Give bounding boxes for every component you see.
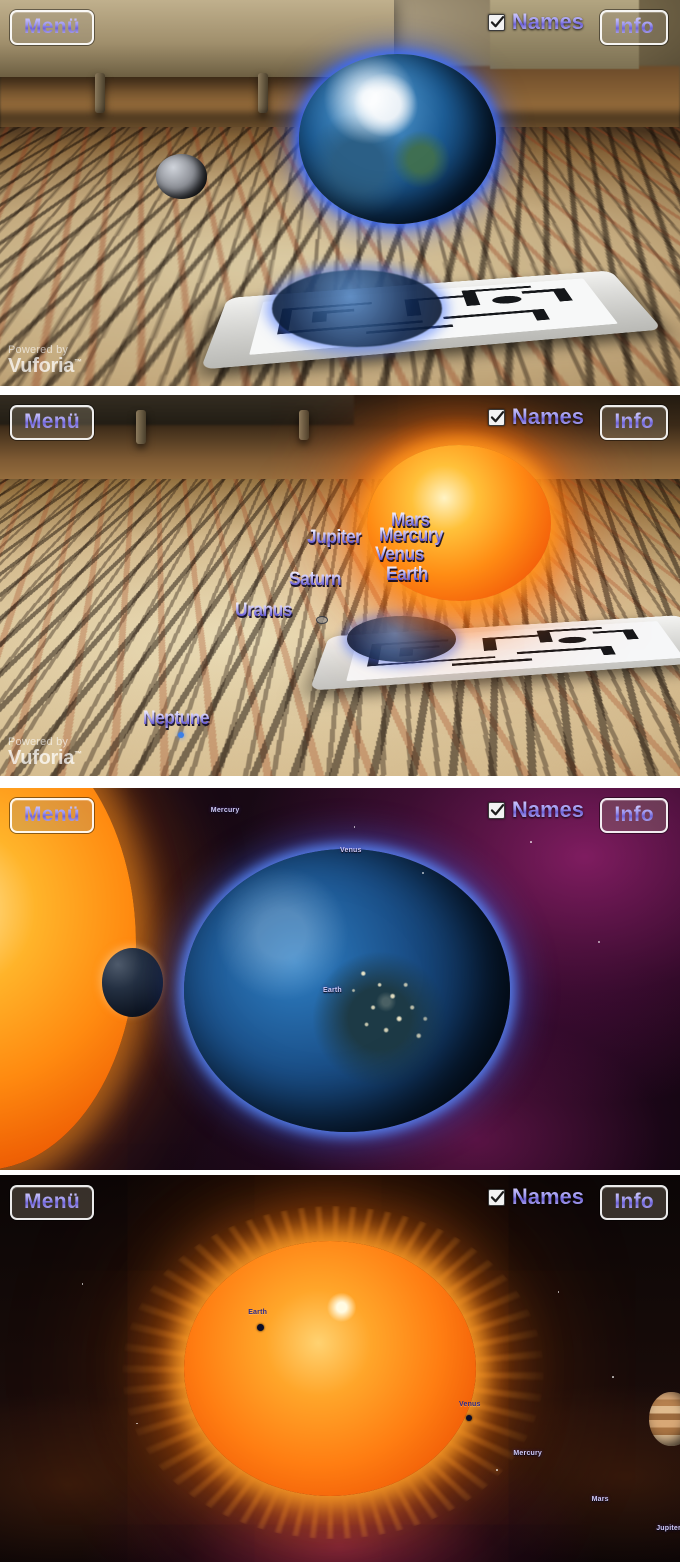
menu-button[interactable]: Menü	[10, 1185, 95, 1220]
menu-button-label: Menü	[24, 410, 81, 433]
planet-label-jupiter: Jupiter	[656, 1525, 680, 1533]
ar-earth-scene	[0, 0, 680, 386]
names-toggle-label: Names	[511, 797, 584, 822]
menu-button-label: Menü	[24, 803, 81, 826]
hud-bar: Menü Names Info	[0, 395, 680, 451]
planet-label-neptune: Neptune	[142, 708, 210, 730]
panel-space-full-sun: Earth Venus Mercury Mars Jupiter Menü Names …	[0, 1175, 680, 1562]
info-button[interactable]: Info	[600, 405, 668, 440]
names-toggle[interactable]: Names	[487, 9, 584, 34]
names-toggle[interactable]: Names	[487, 404, 584, 429]
names-toggle-label: Names	[511, 404, 584, 429]
star	[612, 1376, 614, 1378]
info-button-label: Info	[614, 1190, 654, 1213]
planet-label-earth: Earth	[248, 1308, 268, 1316]
earth-city-lights	[183, 849, 510, 1132]
names-toggle-label: Names	[511, 1184, 584, 1209]
planet-label-venus: Venus	[340, 847, 362, 855]
star	[557, 1291, 560, 1293]
star	[421, 872, 424, 875]
sun-sphere	[183, 1240, 476, 1497]
menu-button-label: Menü	[24, 1190, 81, 1213]
planet-label-uranus: Uranus	[234, 599, 292, 621]
hud-bar: Menü Names Info	[0, 0, 680, 56]
sofa-leg	[95, 73, 106, 114]
menu-button-label: Menü	[24, 15, 81, 38]
watermark-brand: Vuforia™	[8, 747, 82, 769]
info-button[interactable]: Info	[600, 10, 668, 45]
hud-bar: Menü Names Info	[0, 1175, 680, 1231]
menu-button[interactable]: Menü	[10, 10, 95, 45]
planet-label-venus: Venus	[375, 544, 425, 566]
mercury-sphere	[102, 948, 164, 1018]
planet-label-earth: Earth	[323, 986, 342, 994]
names-toggle[interactable]: Names	[487, 1184, 584, 1209]
menu-button[interactable]: Menü	[10, 405, 95, 440]
star	[136, 1422, 138, 1425]
trademark-symbol: ™	[74, 357, 82, 367]
planet-label-venus: Venus	[459, 1401, 481, 1409]
planet-label-mars: Mars	[591, 1496, 609, 1504]
planet-label-jupiter: Jupiter	[307, 526, 362, 548]
hud-bar: Menü Names Info	[0, 788, 680, 844]
planet-label-earth: Earth	[386, 563, 429, 585]
moon-sphere	[156, 154, 208, 199]
planet-label-saturn: Saturn	[289, 569, 342, 591]
vuforia-watermark: Powered by Vuforia™	[8, 344, 82, 376]
panel-ar-solar-system: Powered by Vuforia™ Mars Jupiter Mercury Ve…	[0, 395, 680, 776]
info-button[interactable]: Info	[600, 1185, 668, 1220]
info-button-label: Info	[614, 15, 654, 38]
info-button-label: Info	[614, 803, 654, 826]
names-toggle[interactable]: Names	[487, 797, 584, 822]
earth-sphere	[183, 849, 510, 1132]
checkmark-icon[interactable]	[487, 801, 505, 819]
names-toggle-label: Names	[511, 9, 584, 34]
info-button-label: Info	[614, 410, 654, 433]
earth-reflection	[272, 270, 442, 348]
planet-label-mercury: Mercury	[379, 525, 444, 547]
checkmark-icon[interactable]	[487, 13, 505, 31]
venus-dot	[465, 1414, 472, 1421]
info-button[interactable]: Info	[600, 798, 668, 833]
panel-ar-earth: Powered by Vuforia™ Menü Names Info	[0, 0, 680, 386]
star	[81, 1283, 84, 1285]
star	[496, 1469, 498, 1471]
vuforia-watermark: Powered by Vuforia™	[8, 736, 82, 768]
trademark-symbol: ™	[74, 749, 82, 759]
panel-space-earth-closeup: Mercury Venus Earth Menü Names Info	[0, 788, 680, 1170]
earth-sphere	[299, 54, 497, 224]
screenshot-sheet: Powered by Vuforia™ Menü Names Info Powe…	[0, 0, 680, 1562]
sofa-leg	[258, 73, 269, 114]
earth-dot	[257, 1323, 265, 1331]
menu-button[interactable]: Menü	[10, 798, 95, 833]
checkmark-icon[interactable]	[487, 408, 505, 426]
space-earth-scene	[0, 788, 680, 1170]
checkmark-icon[interactable]	[487, 1188, 505, 1206]
planet-label-mercury: Mercury	[513, 1449, 543, 1457]
watermark-brand: Vuforia™	[8, 355, 82, 377]
space-full-sun-scene	[0, 1175, 680, 1562]
